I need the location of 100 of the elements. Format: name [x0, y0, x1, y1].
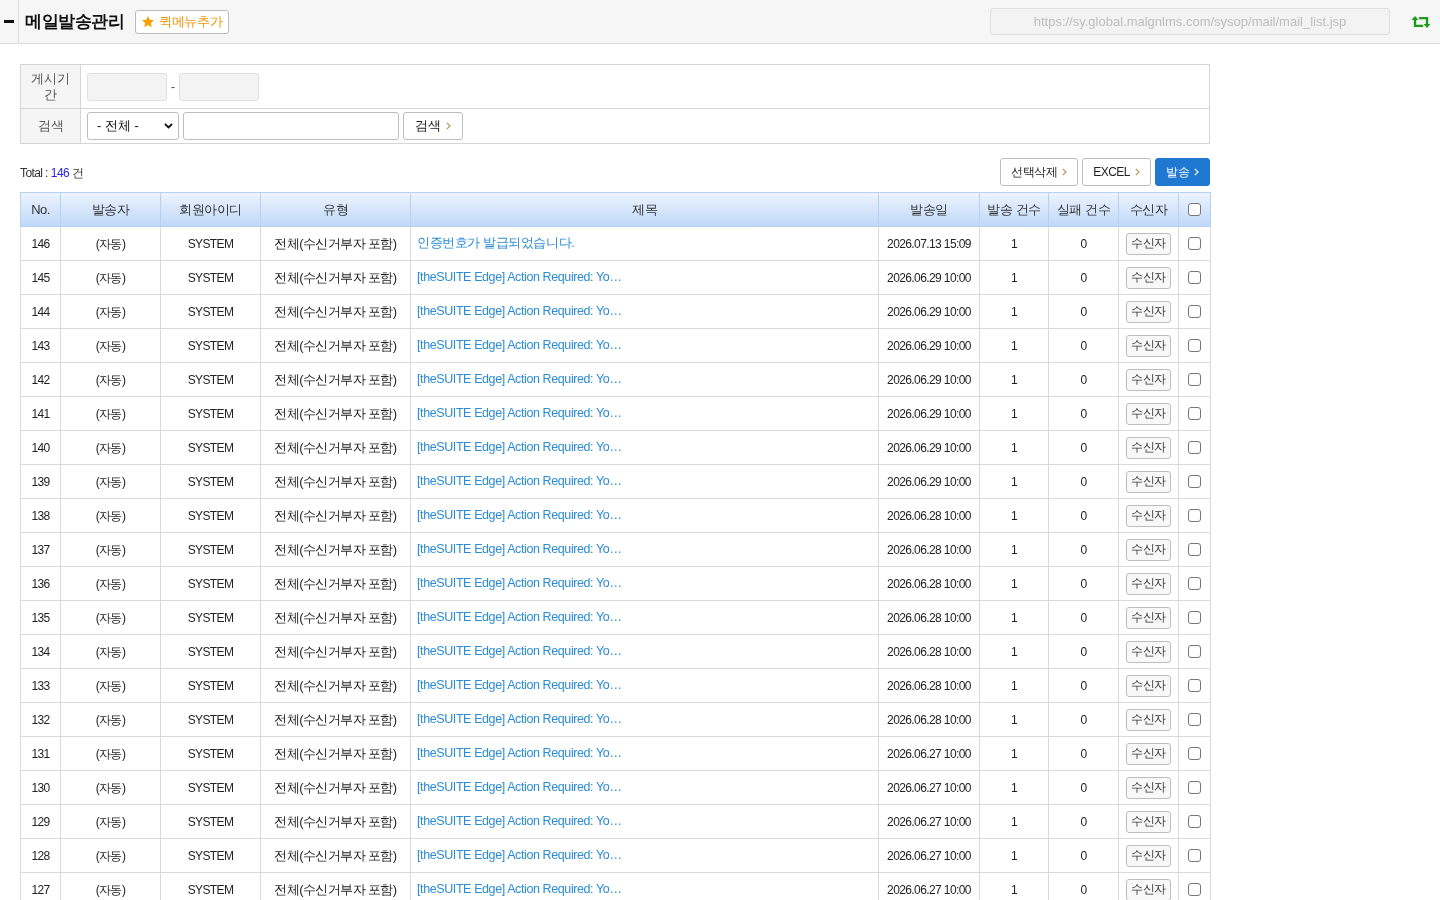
subject-link[interactable]: [theSUITE Edge] Action Required: Yo…: [417, 712, 622, 727]
checkbox[interactable]: [1188, 441, 1201, 454]
checkbox[interactable]: [1188, 339, 1201, 352]
subject-link[interactable]: [theSUITE Edge] Action Required: Yo…: [417, 678, 622, 693]
recipients-button[interactable]: 수신자: [1126, 538, 1171, 561]
subject-link[interactable]: [theSUITE Edge] Action Required: Yo…: [417, 304, 622, 319]
date-input-field[interactable]: [87, 72, 167, 101]
subject-link[interactable]: [theSUITE Edge] Action Required: Yo…: [417, 814, 622, 829]
table-cell: 0: [1048, 294, 1119, 329]
subject-link[interactable]: [theSUITE Edge] Action Required: Yo…: [417, 848, 622, 863]
recipients-button[interactable]: 수신자: [1126, 606, 1171, 629]
checkbox[interactable]: [1188, 271, 1201, 284]
checkbox[interactable]: [1188, 883, 1201, 896]
recipients-button[interactable]: 수신자: [1126, 674, 1171, 697]
subject-link[interactable]: [theSUITE Edge] Action Required: Yo…: [417, 610, 622, 625]
search-input-field[interactable]: [183, 112, 399, 140]
table-cell: 전체(수신거부자 포함): [260, 260, 411, 295]
table-cell: 1: [979, 634, 1049, 669]
table-cell: 2026.06.28 10:00: [878, 634, 980, 669]
table-cell: 1: [979, 362, 1049, 397]
checkbox[interactable]: [1188, 203, 1201, 216]
checkbox[interactable]: [1188, 373, 1201, 386]
subject-link[interactable]: [theSUITE Edge] Action Required: Yo…: [417, 474, 622, 489]
subject-link[interactable]: [theSUITE Edge] Action Required: Yo…: [417, 542, 622, 557]
table-cell: (자동): [60, 804, 161, 839]
recipients-button[interactable]: 수신자: [1126, 402, 1171, 425]
column-header: No.: [20, 192, 61, 227]
subject-link[interactable]: [theSUITE Edge] Action Required: Yo…: [417, 338, 622, 353]
checkbox[interactable]: [1188, 475, 1201, 488]
table-cell: 2026.06.27 10:00: [878, 736, 980, 771]
table-cell: 0: [1048, 566, 1119, 601]
recipients-button[interactable]: 수신자: [1126, 572, 1171, 595]
recipients-button[interactable]: 수신자: [1126, 368, 1171, 391]
checkbox[interactable]: [1188, 509, 1201, 522]
action-button[interactable]: 선택삭제: [1000, 158, 1079, 186]
column-header: 발송 건수: [979, 192, 1049, 227]
recipients-button[interactable]: 수신자: [1126, 470, 1171, 493]
table-cell: SYSTEM: [160, 294, 261, 329]
recipients-button[interactable]: 수신자: [1126, 742, 1171, 765]
checkbox[interactable]: [1188, 407, 1201, 420]
action-button[interactable]: EXCEL: [1082, 158, 1151, 186]
table-cell: 0: [1048, 600, 1119, 635]
recipients-button[interactable]: 수신자: [1126, 708, 1171, 731]
search-button[interactable]: 검색: [403, 112, 463, 140]
subject-link[interactable]: [theSUITE Edge] Action Required: Yo…: [417, 746, 622, 761]
subject-link[interactable]: [theSUITE Edge] Action Required: Yo…: [417, 406, 622, 421]
subject-link[interactable]: 인증번호가 발급되었습니다.: [417, 236, 575, 251]
table-cell: 1: [979, 396, 1049, 431]
subject-link[interactable]: [theSUITE Edge] Action Required: Yo…: [417, 644, 622, 659]
refresh-icon[interactable]: [1411, 14, 1431, 29]
checkbox[interactable]: [1188, 713, 1201, 726]
subject-link[interactable]: [theSUITE Edge] Action Required: Yo…: [417, 508, 622, 523]
table-cell: SYSTEM: [160, 464, 261, 499]
table-cell: 138: [20, 498, 61, 533]
checkbox[interactable]: [1188, 645, 1201, 658]
recipients-button[interactable]: 수신자: [1126, 266, 1171, 289]
table-cell: 2026.06.29 10:00: [878, 362, 980, 397]
column-header: 발송자: [60, 192, 161, 227]
table-cell: SYSTEM: [160, 702, 261, 737]
select-field[interactable]: - 전체 -: [87, 112, 179, 140]
checkbox[interactable]: [1188, 237, 1201, 250]
table-cell: SYSTEM: [160, 736, 261, 771]
subject-link[interactable]: [theSUITE Edge] Action Required: Yo…: [417, 440, 622, 455]
table-cell: 전체(수신거부자 포함): [260, 430, 411, 465]
checkbox[interactable]: [1188, 543, 1201, 556]
table-cell: 0: [1048, 770, 1119, 805]
checkbox[interactable]: [1188, 305, 1201, 318]
recipients-button[interactable]: 수신자: [1126, 878, 1171, 900]
checkbox[interactable]: [1188, 849, 1201, 862]
table-cell: (자동): [60, 226, 161, 261]
table-cell: (자동): [60, 838, 161, 873]
checkbox[interactable]: [1188, 611, 1201, 624]
recipients-button[interactable]: 수신자: [1126, 810, 1171, 833]
page-title: 메일발송관리: [25, 10, 124, 33]
table-cell: (자동): [60, 396, 161, 431]
table-cell: SYSTEM: [160, 600, 261, 635]
send-button[interactable]: 발송: [1155, 158, 1210, 186]
subject-link[interactable]: [theSUITE Edge] Action Required: Yo…: [417, 576, 622, 591]
recipients-button[interactable]: 수신자: [1126, 844, 1171, 867]
subject-link[interactable]: [theSUITE Edge] Action Required: Yo…: [417, 780, 622, 795]
table-cell: 1: [979, 328, 1049, 363]
recipients-button[interactable]: 수신자: [1126, 640, 1171, 663]
subject-link[interactable]: [theSUITE Edge] Action Required: Yo…: [417, 270, 622, 285]
checkbox[interactable]: [1188, 679, 1201, 692]
recipients-button[interactable]: 수신자: [1126, 334, 1171, 357]
column-header: 제목: [410, 192, 879, 227]
recipients-button[interactable]: 수신자: [1126, 300, 1171, 323]
recipients-button[interactable]: 수신자: [1126, 776, 1171, 799]
date-input-field[interactable]: [179, 72, 259, 101]
subject-link[interactable]: [theSUITE Edge] Action Required: Yo…: [417, 372, 622, 387]
checkbox[interactable]: [1188, 577, 1201, 590]
checkbox[interactable]: [1188, 747, 1201, 760]
recipients-button[interactable]: 수신자: [1126, 436, 1171, 459]
table-cell: SYSTEM: [160, 498, 261, 533]
table-cell: 2026.06.29 10:00: [878, 430, 980, 465]
checkbox[interactable]: [1188, 781, 1201, 794]
recipients-button[interactable]: 수신자: [1126, 504, 1171, 527]
recipients-button[interactable]: 수신자: [1126, 232, 1171, 255]
checkbox[interactable]: [1188, 815, 1201, 828]
table-cell: (자동): [60, 600, 161, 635]
